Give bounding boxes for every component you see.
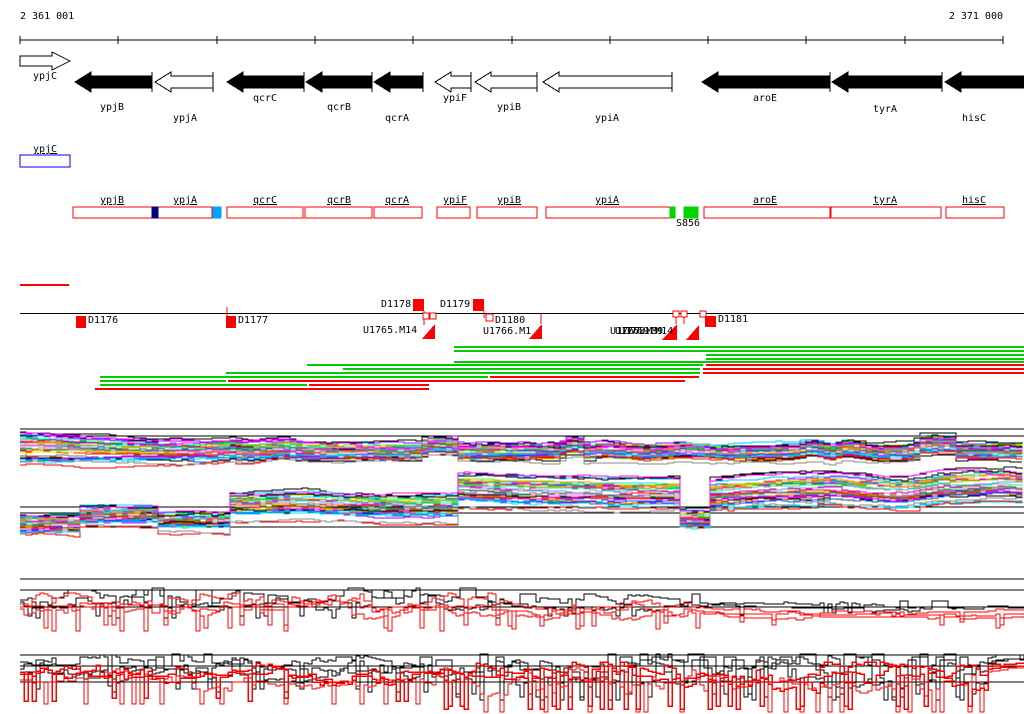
signal-line	[20, 599, 1024, 628]
ypjc-feature-box[interactable]	[20, 155, 70, 167]
probe-label-U1769.M14: U1769.M14	[619, 326, 673, 337]
probe-label-U1766.M1: U1766.M1	[483, 326, 531, 337]
probe-label-D1177: D1177	[238, 315, 268, 326]
gene-arrow-ypiF[interactable]	[435, 72, 471, 92]
gene-box-hisC[interactable]	[946, 207, 1004, 218]
probe-label-D1179: D1179	[440, 299, 470, 310]
right-coordinate-label: 2 371 000	[949, 11, 1003, 22]
probe-flag-box[interactable]	[226, 316, 236, 328]
probe-flag-box[interactable]	[473, 299, 484, 311]
gene-box-label-ypiF: ypiF	[443, 195, 467, 206]
gene-arrow-qcrB[interactable]	[306, 72, 372, 92]
gene-arrow-ypjB[interactable]	[75, 72, 152, 92]
probe-label-D1181: D1181	[718, 314, 748, 325]
gene-box-ypiF[interactable]	[437, 207, 470, 218]
gene-arrow-ypjC[interactable]	[20, 52, 70, 70]
gene-box-label-qcrC: qcrC	[253, 195, 277, 206]
probe-flag-box[interactable]	[76, 316, 86, 328]
gene-arrow-label-qcrA: qcrA	[385, 113, 409, 124]
probe-open-box[interactable]	[430, 313, 436, 319]
gene-box-label-tyrA: tyrA	[873, 195, 897, 206]
probe-flag-triangle[interactable]	[422, 324, 435, 339]
gene-arrow-qcrC[interactable]	[227, 72, 304, 92]
probe-label-D1178: D1178	[381, 299, 411, 310]
genome-browser-canvas: 2 361 001 2 371 000 ypjC ypjB ypjA qcrC qcrB…	[0, 0, 1024, 714]
gene-arrow-label-ypjC: ypjC	[33, 71, 57, 82]
left-coordinate-label: 2 361 001	[20, 11, 74, 22]
gene-box-marker[interactable]	[152, 207, 158, 218]
gene-box-ypjB[interactable]	[73, 207, 152, 218]
gene-arrow-label-ypiA: ypiA	[595, 113, 619, 124]
probe-label-D1176: D1176	[88, 315, 118, 326]
gene-box-label-ypjB: ypjB	[100, 195, 124, 206]
gene-arrow-ypjA[interactable]	[155, 72, 213, 92]
gene-arrow-label-tyrA: tyrA	[873, 104, 897, 115]
signal-line	[20, 593, 1024, 625]
signal-line	[20, 659, 1024, 700]
gene-box-marker[interactable]	[684, 207, 698, 218]
gene-box-qcrC[interactable]	[227, 207, 303, 218]
gene-arrow-label-hisC: hisC	[962, 113, 986, 124]
gene-arrow-ypiA[interactable]	[543, 72, 672, 92]
gene-box-qcrB[interactable]	[305, 207, 372, 218]
probe-open-box[interactable]	[423, 313, 429, 319]
probe-flag-triangle[interactable]	[686, 325, 699, 340]
gene-arrow-qcrA[interactable]	[374, 72, 423, 92]
gene-arrow-label-qcrB: qcrB	[327, 102, 351, 113]
gene-arrow-label-ypiF: ypiF	[443, 93, 467, 104]
gene-box-label-ypiB: ypiB	[497, 195, 521, 206]
gene-arrow-tyrA[interactable]	[832, 72, 942, 92]
gene-arrow-label-ypjA: ypjA	[173, 113, 197, 124]
gene-arrow-label-aroE: aroE	[753, 93, 777, 104]
ypjc-feature-label: ypjC	[33, 144, 57, 155]
probe-flag-box[interactable]	[413, 299, 424, 311]
gene-box-label-ypjA: ypjA	[173, 195, 197, 206]
gene-box-marker[interactable]	[213, 207, 221, 218]
gene-box-label-hisC: hisC	[962, 195, 986, 206]
gene-box-label-ypiA: ypiA	[595, 195, 619, 206]
probe-label-D1180: D1180	[495, 315, 525, 326]
gene-arrow-label-ypiB: ypiB	[497, 102, 521, 113]
probe-open-box[interactable]	[681, 311, 687, 317]
signal-line	[20, 665, 1024, 709]
gene-box-marker[interactable]	[670, 207, 675, 218]
gene-arrow-aroE[interactable]	[702, 72, 830, 92]
gene-box-ypiA[interactable]	[546, 207, 675, 218]
gene-box-aroE[interactable]	[704, 207, 830, 218]
probe-open-box[interactable]	[673, 311, 679, 317]
gene-box-label-qcrB: qcrB	[327, 195, 351, 206]
gene-box-qcrA[interactable]	[374, 207, 422, 218]
gene-box-ypiB[interactable]	[477, 207, 537, 218]
site-label-s856: S856	[676, 218, 700, 229]
gene-box-label-aroE: aroE	[753, 195, 777, 206]
probe-flag-box[interactable]	[705, 316, 716, 327]
probe-open-box[interactable]	[486, 314, 493, 321]
gene-box-tyrA[interactable]	[831, 207, 941, 218]
gene-arrow-hisC[interactable]	[945, 72, 1024, 92]
gene-arrow-label-ypjB: ypjB	[100, 102, 124, 113]
gene-box-ypjA[interactable]	[158, 207, 212, 218]
gene-arrow-label-qcrC: qcrC	[253, 93, 277, 104]
gene-arrow-ypiB[interactable]	[475, 72, 537, 92]
gene-box-label-qcrA: qcrA	[385, 195, 409, 206]
probe-label-U1765.M14: U1765.M14	[363, 325, 417, 336]
